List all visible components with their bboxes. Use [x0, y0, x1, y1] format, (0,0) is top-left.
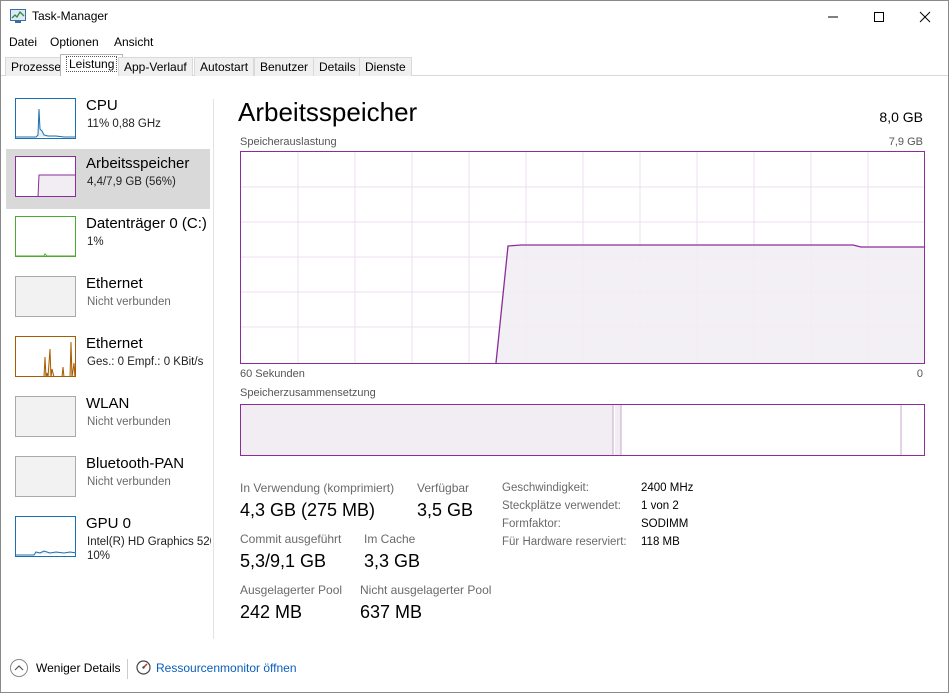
form-factor-label: Formfaktor: — [502, 518, 561, 530]
nonpaged-pool-value: 637 MB — [360, 602, 423, 622]
sidebar-item-label: WLAN — [86, 395, 130, 412]
available-label: Verfügbar — [417, 481, 470, 495]
tab-autostart[interactable]: Autostart — [194, 57, 255, 76]
chevron-up-icon — [14, 665, 24, 671]
sidebar-item-memory[interactable]: Arbeitsspeicher 4,4/7,9 GB (56%) — [6, 149, 210, 209]
fewer-details-button[interactable] — [10, 659, 28, 677]
memory-usage-svg — [241, 152, 924, 364]
in-use-value: 4,3 GB (275 MB) — [240, 500, 376, 520]
maximize-icon — [874, 11, 884, 22]
in-use-label: In Verwendung (komprimiert) — [240, 481, 395, 495]
sidebar-item-detail: Ges.: 0 Empf.: 0 KBit/s — [87, 356, 204, 368]
sidebar-item-label: Datenträger 0 (C:) — [86, 215, 207, 232]
hardware-reserved-value: 118 MB — [641, 536, 680, 548]
hardware-reserved-label: Für Hardware reserviert: — [502, 536, 627, 548]
sidebar-item-label: GPU 0 — [86, 515, 132, 532]
sidebar-item-cpu[interactable]: CPU 11% 0,88 GHz — [6, 91, 210, 151]
sidebar-item-detail: Nicht verbunden — [87, 296, 171, 308]
sidebar-item-label: CPU — [86, 97, 118, 114]
footer-divider — [127, 659, 128, 679]
composition-label: Speicherzusammensetzung — [240, 387, 376, 399]
sidebar-item-label: Ethernet — [86, 335, 143, 352]
gpu-thumbnail-graph — [15, 516, 76, 557]
cached-value: 3,3 GB — [364, 551, 421, 571]
sidebar-item-label: Bluetooth-PAN — [86, 455, 185, 472]
paged-pool-value: 242 MB — [240, 602, 303, 622]
sidebar-item-detail: Intel(R) HD Graphics 520 — [87, 536, 211, 548]
sidebar-item-gpu[interactable]: GPU 0 Intel(R) HD Graphics 520 10% — [6, 509, 211, 569]
slots-value: 1 von 2 — [641, 500, 679, 512]
window-title: Task-Manager — [32, 9, 109, 23]
bluetooth-thumbnail-graph — [15, 456, 76, 497]
disk-thumbnail-graph — [15, 216, 76, 257]
sidebar-item-label: Ethernet — [86, 275, 143, 292]
sidebar-item-ethernet-2[interactable]: Ethernet Ges.: 0 Empf.: 0 KBit/s — [6, 329, 210, 389]
form-factor-value: SODIMM — [641, 518, 689, 530]
memory-usage-area — [496, 245, 924, 363]
open-resource-monitor-link[interactable]: Ressourcenmonitor öffnen — [156, 661, 297, 675]
sidebar-item-label: Arbeitsspeicher — [86, 155, 190, 172]
tab-benutzer[interactable]: Benutzer — [254, 57, 315, 76]
ethernet-2-thumbnail-graph — [15, 336, 76, 377]
resource-monitor-icon — [136, 660, 151, 675]
sidebar-item-disk[interactable]: Datenträger 0 (C:) 1% — [6, 209, 210, 269]
close-icon — [919, 11, 931, 22]
memory-thumbnail-graph — [15, 156, 76, 197]
title-bar: Task-Manager — [1, 1, 948, 32]
usage-graph-label: Speicherauslastung — [240, 136, 337, 148]
composition-in-use — [241, 405, 613, 455]
sidebar-divider — [213, 99, 214, 639]
minimize-icon — [828, 16, 838, 17]
sidebar-item-detail: 4,4/7,9 GB (56%) — [87, 176, 176, 188]
close-button[interactable] — [902, 1, 948, 32]
sidebar-item-wlan[interactable]: WLAN Nicht verbunden — [6, 389, 210, 449]
sidebar-item-detail-2: 10% — [87, 550, 111, 562]
sidebar-item-detail: Nicht verbunden — [87, 416, 171, 428]
composition-modified — [615, 405, 621, 455]
tab-leistung-label: Leistung — [66, 56, 118, 72]
page-title: Arbeitsspeicher — [238, 97, 418, 127]
tab-dienste[interactable]: Dienste — [359, 57, 412, 76]
usage-graph-max: 7,9 GB — [888, 136, 923, 148]
graph-time-left: 60 Sekunden — [240, 368, 305, 380]
graph-time-right: 0 — [916, 368, 923, 380]
task-manager-window: Task-Manager Datei Optionen Ansicht Proz… — [0, 0, 949, 693]
speed-value: 2400 MHz — [641, 482, 694, 494]
menu-optionen[interactable]: Optionen — [50, 35, 99, 49]
tab-details[interactable]: Details — [313, 57, 362, 76]
sidebar-item-detail: 1% — [87, 236, 104, 248]
cpu-thumbnail-graph — [15, 98, 76, 139]
cached-label: Im Cache — [364, 532, 416, 546]
fewer-details-link[interactable]: Weniger Details — [36, 661, 120, 675]
tab-prozesse[interactable]: Prozesse — [5, 57, 68, 76]
memory-composition-bar — [240, 404, 925, 456]
nonpaged-pool-label: Nicht ausgelagerter Pool — [360, 583, 492, 597]
sidebar-item-detail: Nicht verbunden — [87, 476, 171, 488]
footer: Weniger Details Ressourcenmonitor öffnen — [1, 651, 948, 689]
maximize-button[interactable] — [856, 1, 902, 32]
resource-sidebar: CPU 11% 0,88 GHz Arbeitsspeicher 4,4/7,9… — [1, 91, 213, 641]
sidebar-item-detail: 11% 0,88 GHz — [87, 118, 161, 130]
ethernet-1-thumbnail-graph — [15, 276, 76, 317]
composition-free — [902, 405, 924, 455]
menu-bar: Datei Optionen Ansicht — [1, 32, 948, 52]
slots-label: Steckplätze verwendet: — [502, 500, 621, 512]
tab-app-verlauf[interactable]: App-Verlauf — [118, 57, 193, 76]
menu-ansicht[interactable]: Ansicht — [114, 35, 153, 49]
committed-label: Commit ausgeführt — [240, 532, 342, 546]
sidebar-item-ethernet-1[interactable]: Ethernet Nicht verbunden — [6, 269, 210, 329]
available-value: 3,5 GB — [417, 500, 474, 520]
task-manager-app-icon — [10, 9, 26, 23]
memory-usage-graph — [240, 151, 925, 364]
menu-datei[interactable]: Datei — [9, 35, 37, 49]
sidebar-item-bluetooth-pan[interactable]: Bluetooth-PAN Nicht verbunden — [6, 449, 210, 509]
paged-pool-label: Ausgelagerter Pool — [240, 583, 343, 597]
wlan-thumbnail-graph — [15, 396, 76, 437]
minimize-button[interactable] — [810, 1, 856, 32]
committed-value: 5,3/9,1 GB — [240, 551, 327, 571]
tab-bar: Prozesse Leistung App-Verlauf Autostart … — [1, 54, 948, 76]
tab-leistung[interactable]: Leistung — [60, 54, 124, 76]
speed-label: Geschwindigkeit: — [502, 482, 589, 494]
total-memory: 8,0 GB — [879, 109, 923, 125]
